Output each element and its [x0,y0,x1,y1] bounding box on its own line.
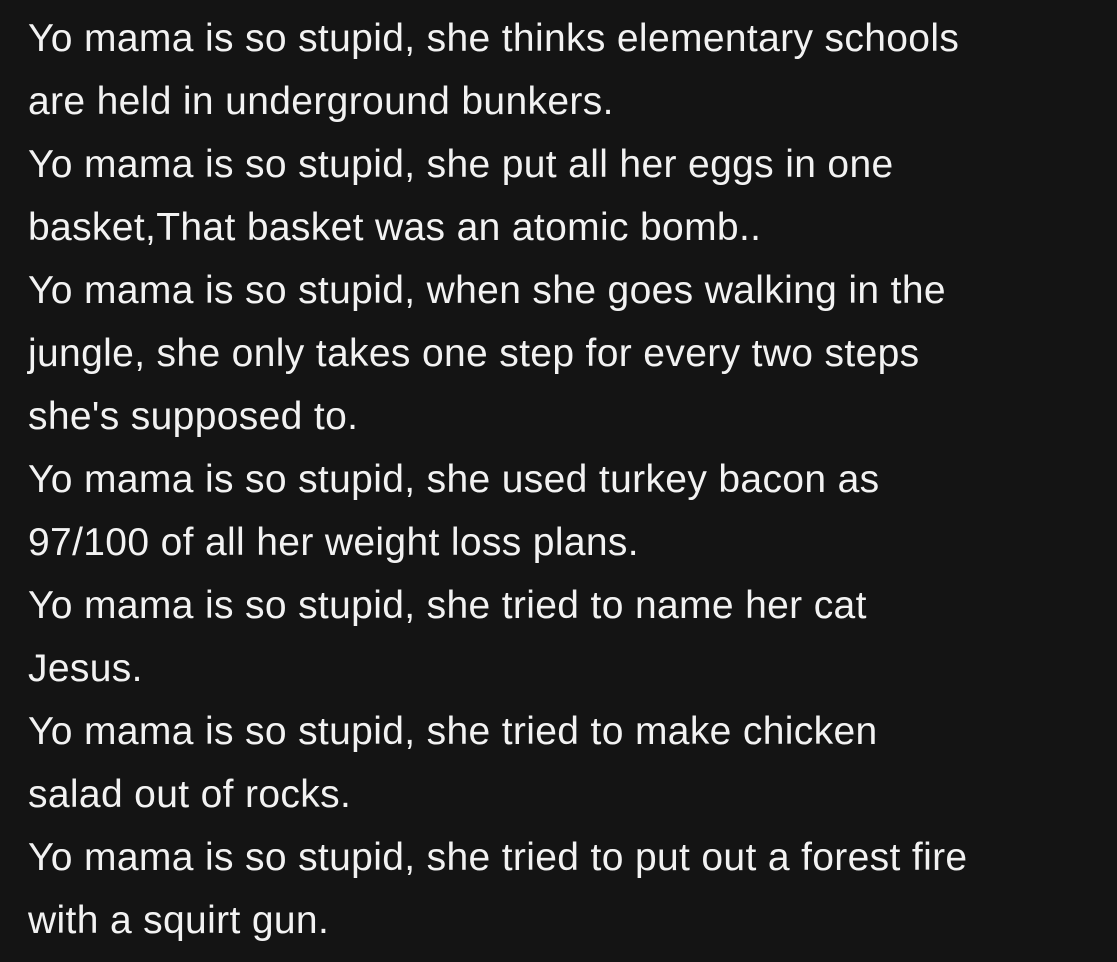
joke-item: Yo mama is so stupid, she put all her eg… [28,143,894,249]
joke-item: Yo mama is so stupid, she thinks element… [28,17,960,123]
joke-item: Yo mama is so stupid, she tried to name … [28,584,867,690]
joke-item: Yo mama is so stupid, when she goes walk… [28,269,946,438]
joke-item: Yo mama is so stupid, she tried to make … [28,710,878,816]
text-screen: Yo mama is so stupid, she thinks element… [0,0,1117,962]
joke-item: Yo mama is so stupid, she tried to put o… [28,836,968,942]
joke-item: Yo mama is so stupid, she used turkey ba… [28,458,880,564]
joke-list: Yo mama is so stupid, she thinks element… [28,7,1089,952]
